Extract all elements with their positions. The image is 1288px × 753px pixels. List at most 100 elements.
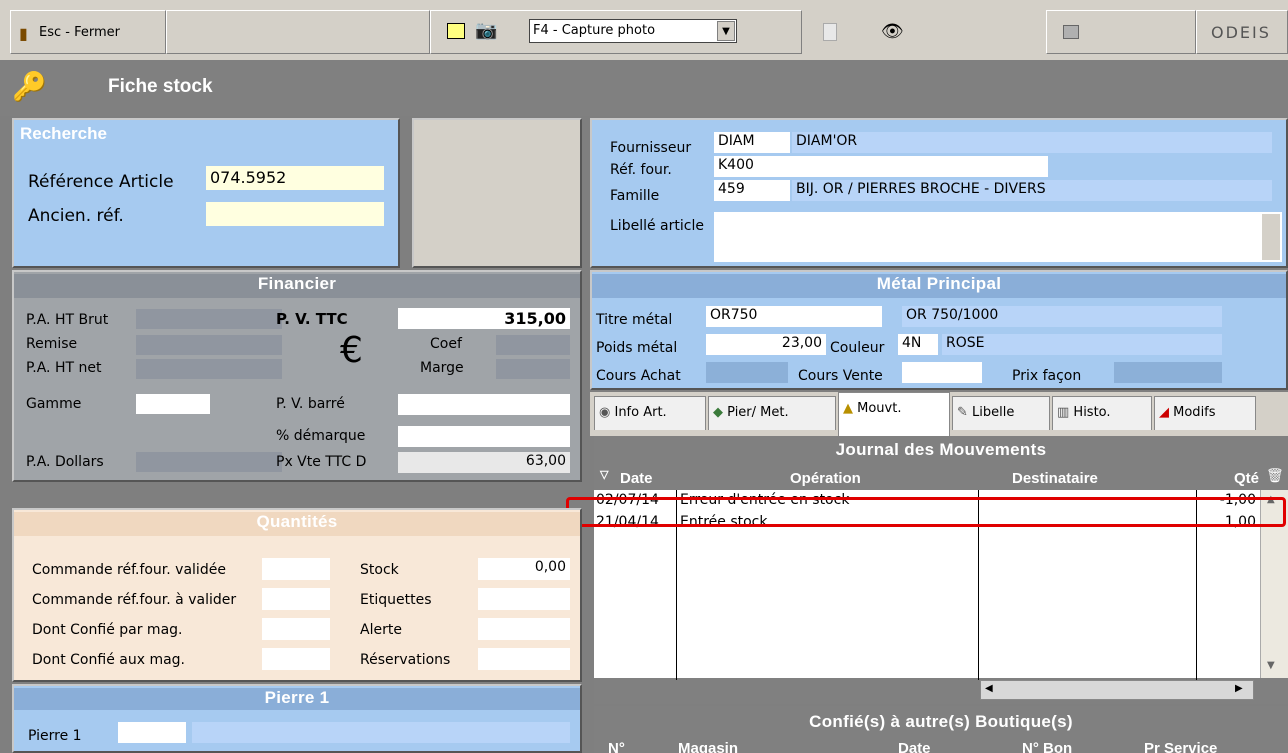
libelle-article-field[interactable] xyxy=(714,212,1282,262)
chart-icon: ▥ xyxy=(1057,405,1074,420)
photo-frame xyxy=(412,118,582,268)
etiquettes-field[interactable] xyxy=(478,588,570,610)
financier-panel: Financier P.A. HT Brut Remise P.A. HT ne… xyxy=(12,270,582,482)
prix-facon-field xyxy=(1114,362,1222,383)
gamme-field[interactable] xyxy=(136,394,210,414)
famille-name-field: BIJ. OR / PIERRES BROCHE - DIVERS xyxy=(792,180,1272,201)
pa-dollars-field xyxy=(136,452,282,472)
scroll-right-icon[interactable]: ▶ xyxy=(1235,683,1243,694)
confie-aux-field[interactable] xyxy=(262,648,330,670)
exit-door-icon: ▮ xyxy=(19,24,28,43)
couleur-name-field: ROSE xyxy=(942,334,1222,355)
libelle-scrollbar[interactable] xyxy=(1262,214,1280,260)
odeis-logo: ODEIS xyxy=(1211,23,1271,42)
pv-ttc-field[interactable]: 315,00 xyxy=(398,308,570,329)
col-date[interactable]: Date xyxy=(620,470,653,487)
capture-group: 📷 F4 - Capture photo ▼ 👁 xyxy=(430,10,904,54)
ref-four-field[interactable]: K400 xyxy=(714,156,1048,177)
copy-icon[interactable] xyxy=(823,23,837,41)
gem-icon: ◆ xyxy=(713,405,728,420)
camera-icon[interactable]: 📷 xyxy=(475,20,497,41)
capture-select[interactable]: F4 - Capture photo ▼ xyxy=(529,19,737,43)
cmd-avalider-field[interactable] xyxy=(262,588,330,610)
page-title: Fiche stock xyxy=(108,76,213,97)
col-pr-service[interactable]: Pr Service xyxy=(1144,740,1217,753)
quantites-panel: Quantités Commande réf.four. validée Com… xyxy=(12,508,582,682)
toolbar: ▮ Esc - Fermer 📷 F4 - Capture photo ▼ 👁 … xyxy=(0,0,1288,60)
cmd-validee-field[interactable] xyxy=(262,558,330,580)
metal-panel: Métal Principal Titre métal OR750 OR 750… xyxy=(590,270,1288,390)
trash-icon[interactable]: 🗑 xyxy=(1266,468,1284,484)
px-vte-field: 63,00 xyxy=(398,452,570,473)
tab-libelle[interactable]: ✎ Libelle xyxy=(952,396,1050,430)
pa-net-field xyxy=(136,359,282,379)
pierre-code-field[interactable] xyxy=(118,722,186,743)
alerte-field[interactable] xyxy=(478,618,570,640)
journal-panel: Journal des Mouvements ▽ Date Opération … xyxy=(594,436,1288,704)
euro-icon: € xyxy=(340,330,363,371)
title-bar: 🔑 Fiche stock xyxy=(0,60,1288,116)
col-qte[interactable]: Qté xyxy=(1234,470,1259,487)
famille-code-field[interactable]: 459 xyxy=(714,180,790,201)
tab-info-art[interactable]: ◉ Info Art. xyxy=(594,396,706,430)
info-icon: ◉ xyxy=(599,405,615,420)
print-group xyxy=(1046,10,1196,54)
journal-column-headers: ▽ Date Opération Destinataire Qté 🗑 xyxy=(594,464,1288,488)
financier-header: Financier xyxy=(14,274,580,298)
couleur-code-field[interactable]: 4N xyxy=(898,334,938,355)
demarque-field[interactable] xyxy=(398,426,570,447)
keys-icon: 🔑 xyxy=(12,70,47,103)
confies-panel: Confié(s) à autre(s) Boutique(s) N° Maga… xyxy=(594,706,1288,753)
pierre-name-field xyxy=(192,722,570,743)
confies-header: Confié(s) à autre(s) Boutique(s) xyxy=(809,712,1073,731)
metal-header: Métal Principal xyxy=(592,274,1286,298)
ancien-ref-field[interactable] xyxy=(206,202,384,226)
titre-metal-name-field: OR 750/1000 xyxy=(902,306,1222,327)
quantites-header: Quantités xyxy=(14,512,580,536)
tab-mouvt[interactable]: ▲ Mouvt. xyxy=(838,392,950,436)
pierre-panel: Pierre 1 Pierre 1 xyxy=(12,684,582,753)
coef-field xyxy=(496,335,570,355)
col-operation[interactable]: Opération xyxy=(790,470,861,487)
tab-histo[interactable]: ▥ Histo. xyxy=(1052,396,1152,430)
tab-pier-met[interactable]: ◆ Pier/ Met. xyxy=(708,396,836,430)
col-numero[interactable]: N° xyxy=(608,740,625,753)
journal-hscrollbar[interactable]: ◀ ▶ xyxy=(980,680,1254,700)
titre-metal-code-field[interactable]: OR750 xyxy=(706,306,882,327)
poids-metal-field[interactable]: 23,00 xyxy=(706,334,826,355)
cours-vente-field[interactable] xyxy=(902,362,982,383)
col-magasin[interactable]: Magasin xyxy=(678,740,738,753)
pv-barre-field[interactable] xyxy=(398,394,570,415)
scroll-down-icon[interactable]: ▼ xyxy=(1267,660,1275,671)
confie-par-field[interactable] xyxy=(262,618,330,640)
sort-icon[interactable]: ▽ xyxy=(600,468,608,481)
logo-cell: ODEIS xyxy=(1196,10,1288,54)
fournisseur-panel: Fournisseur DIAM DIAM'OR Réf. four. K400… xyxy=(590,118,1288,268)
col-num-bon[interactable]: N° Bon xyxy=(1022,740,1072,753)
row-highlight xyxy=(566,497,1286,527)
eye-icon[interactable]: 👁 xyxy=(881,21,904,42)
toolbar-spacer xyxy=(166,10,430,54)
remise-field xyxy=(136,335,282,355)
recherche-panel: Recherche Référence Article 074.5952 Anc… xyxy=(12,118,400,268)
scroll-left-icon[interactable]: ◀ xyxy=(985,683,993,694)
cours-achat-field xyxy=(706,362,788,383)
col-date-confie[interactable]: Date xyxy=(898,740,931,753)
eraser-icon: ◢ xyxy=(1159,405,1174,420)
reference-article-field[interactable]: 074.5952 xyxy=(206,166,384,190)
label-icon: ✎ xyxy=(957,405,973,420)
marge-field xyxy=(496,359,570,379)
stock-field[interactable]: 0,00 xyxy=(478,558,570,580)
journal-header: Journal des Mouvements xyxy=(835,440,1047,459)
pa-brut-field xyxy=(136,309,282,329)
printer-icon[interactable] xyxy=(1063,25,1079,39)
chevron-down-icon[interactable]: ▼ xyxy=(717,21,735,41)
new-document-icon[interactable] xyxy=(447,23,465,39)
reservations-field[interactable] xyxy=(478,648,570,670)
fournisseur-code-field[interactable]: DIAM xyxy=(714,132,790,153)
recherche-header: Recherche xyxy=(20,124,107,143)
close-button[interactable]: ▮ Esc - Fermer xyxy=(10,10,166,54)
tab-modifs[interactable]: ◢ Modifs xyxy=(1154,396,1256,430)
col-destinataire[interactable]: Destinataire xyxy=(1012,470,1098,487)
pierre-header: Pierre 1 xyxy=(14,688,580,710)
